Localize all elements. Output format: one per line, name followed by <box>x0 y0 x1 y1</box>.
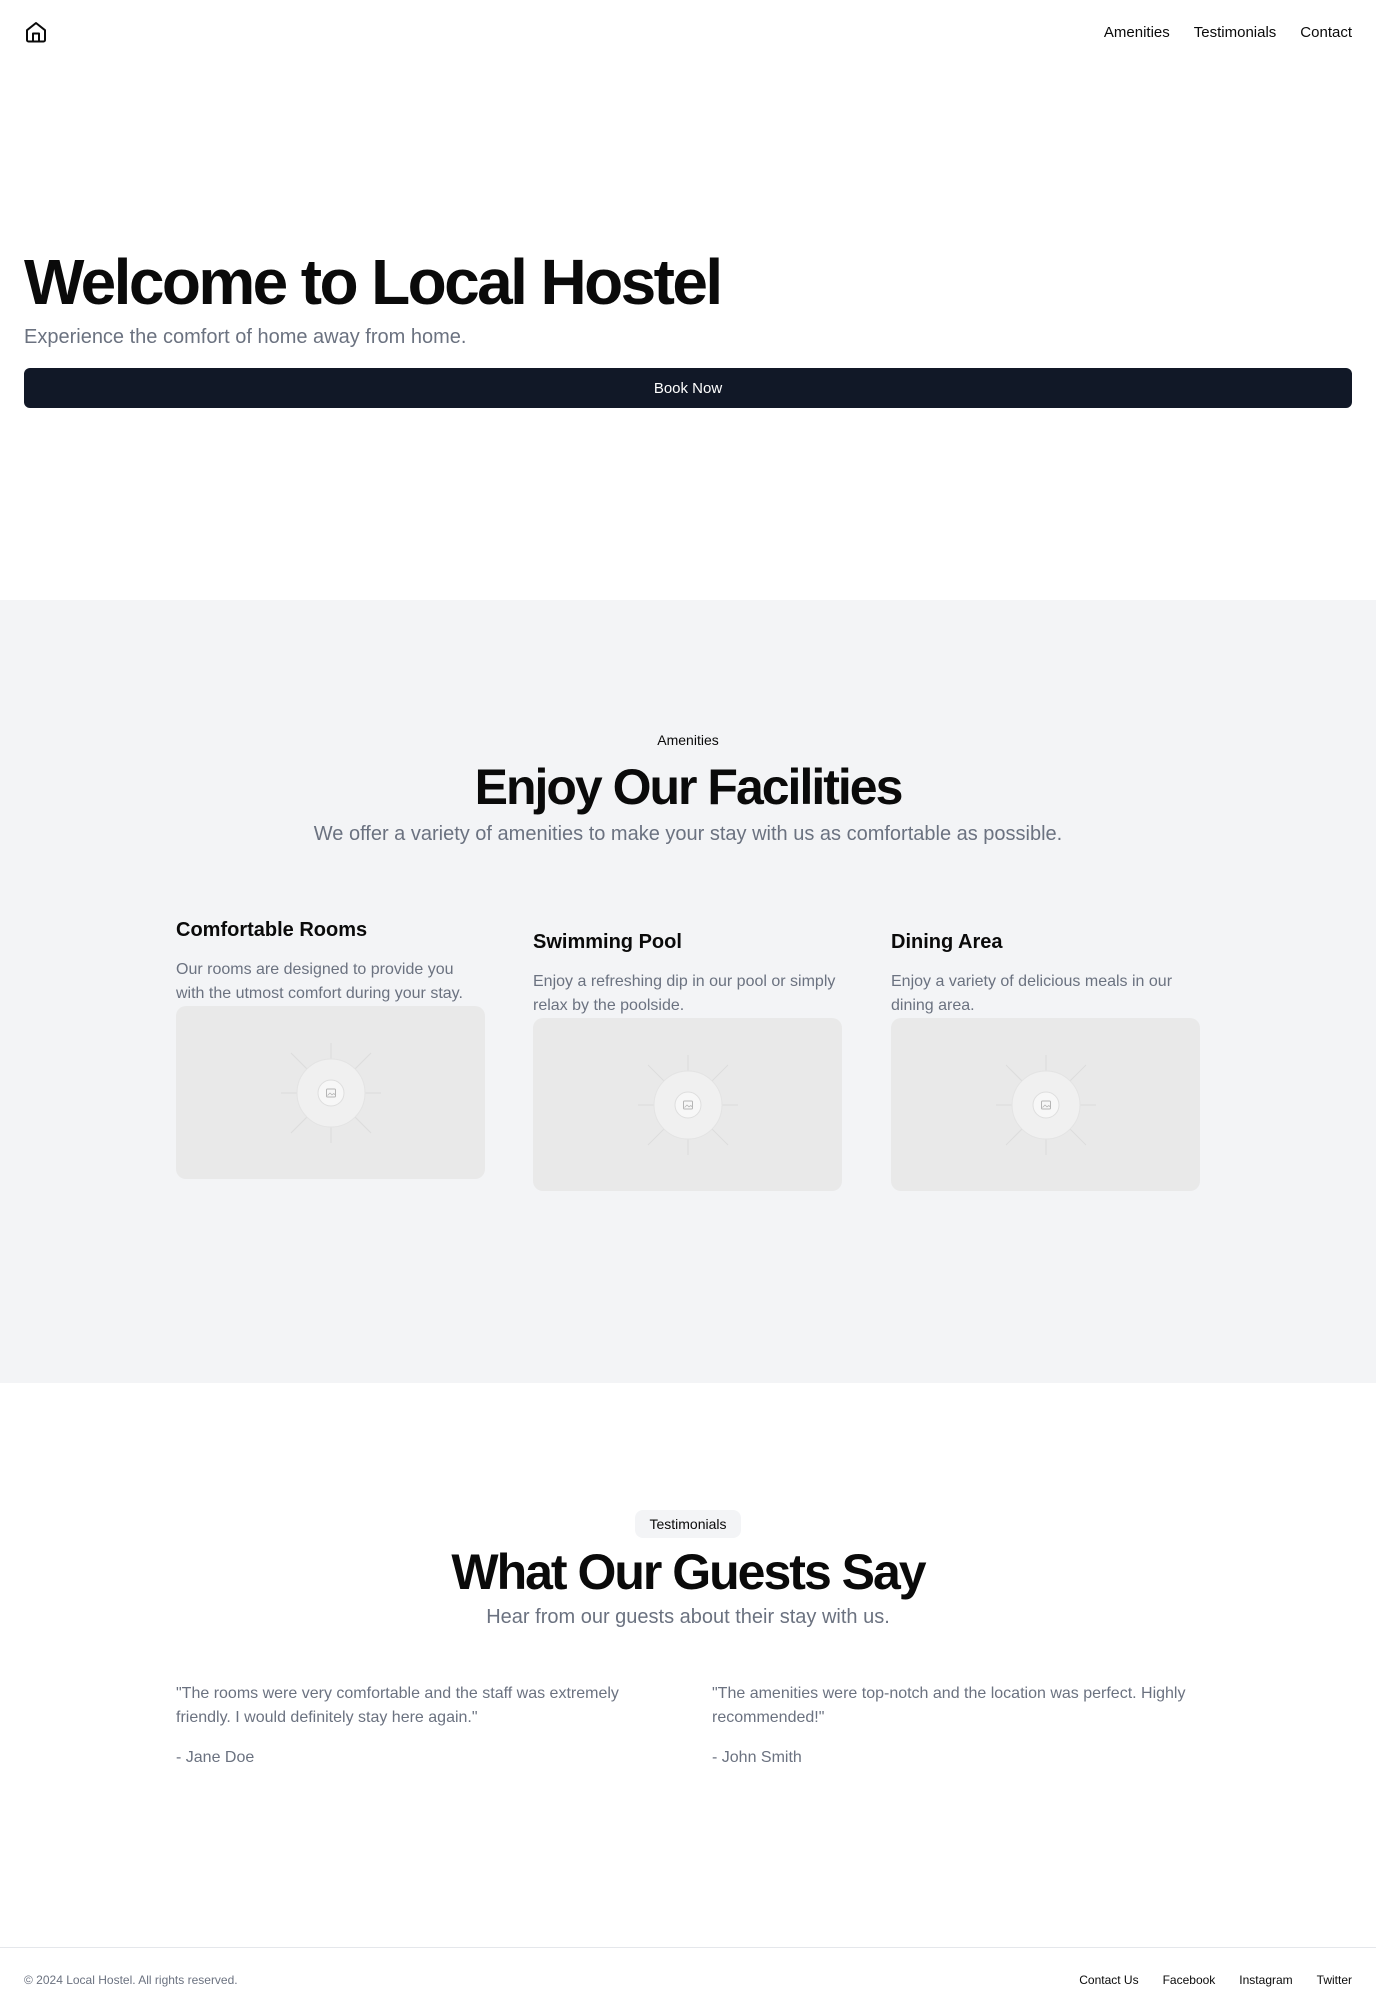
hero-subtitle: Experience the comfort of home away from… <box>24 326 467 348</box>
amenity-card-image <box>533 1018 842 1191</box>
home-icon[interactable] <box>24 20 48 44</box>
testimonial-card: "The rooms were very comfortable and the… <box>176 1682 676 1770</box>
footer-link-contact-us[interactable]: Contact Us <box>1079 1973 1138 1987</box>
main-nav: Amenities Testimonials Contact <box>1104 0 1352 64</box>
amenity-card-dining: Dining Area Enjoy a variety of delicious… <box>891 928 1200 1191</box>
amenity-card-description: Enjoy a refreshing dip in our pool or si… <box>533 973 836 1014</box>
hero-title: Welcome to Local Hostel <box>24 246 723 318</box>
testimonial-author: - John Smith <box>712 1749 802 1766</box>
footer-link-instagram[interactable]: Instagram <box>1239 1973 1292 1987</box>
nav-link-amenities[interactable]: Amenities <box>1104 24 1170 41</box>
testimonials-subtitle: Hear from our guests about their stay wi… <box>486 1606 890 1628</box>
testimonial-author: - Jane Doe <box>176 1749 255 1766</box>
copyright-text: © 2024 Local Hostel. All rights reserved… <box>24 1973 238 1987</box>
amenities-subtitle: We offer a variety of amenities to make … <box>313 823 1063 845</box>
footer-link-facebook[interactable]: Facebook <box>1163 1973 1216 1987</box>
amenity-card-description: Our rooms are designed to provide you wi… <box>176 961 463 1002</box>
testimonials-title: What Our Guests Say <box>451 1544 926 1600</box>
amenity-card-title: Dining Area <box>891 931 1003 953</box>
footer-link-twitter[interactable]: Twitter <box>1317 1973 1352 1987</box>
nav-link-testimonials[interactable]: Testimonials <box>1194 24 1277 41</box>
testimonial-quote: "The amenities were top-notch and the lo… <box>712 1685 1186 1726</box>
testimonials-section: Testimonials What Our Guests Say Hear fr… <box>0 1383 1376 1947</box>
testimonials-badge: Testimonials <box>635 1510 741 1538</box>
nav-link-contact[interactable]: Contact <box>1300 24 1352 41</box>
site-header: Amenities Testimonials Contact <box>0 0 1376 64</box>
amenity-card-image <box>176 1006 485 1179</box>
amenities-section: Amenities Enjoy Our Facilities We offer … <box>0 600 1376 1383</box>
amenity-card-rooms: Comfortable Rooms Our rooms are designed… <box>176 916 485 1179</box>
image-placeholder-icon <box>280 1042 381 1143</box>
amenity-card-image <box>891 1018 1200 1191</box>
amenity-card-pool: Swimming Pool Enjoy a refreshing dip in … <box>533 928 842 1191</box>
amenity-card-title: Swimming Pool <box>533 931 682 953</box>
testimonial-quote: "The rooms were very comfortable and the… <box>176 1685 619 1726</box>
image-placeholder-icon <box>995 1054 1096 1155</box>
amenity-card-title: Comfortable Rooms <box>176 919 368 941</box>
hero-section: Welcome to Local Hostel Experience the c… <box>0 64 1376 600</box>
image-placeholder-icon <box>637 1054 738 1155</box>
amenity-card-description: Enjoy a variety of delicious meals in ou… <box>891 973 1173 1014</box>
amenities-eyebrow: Amenities <box>657 732 719 748</box>
testimonial-card: "The amenities were top-notch and the lo… <box>712 1682 1202 1770</box>
amenities-title: Enjoy Our Facilities <box>474 759 904 815</box>
book-now-button[interactable]: Book Now <box>24 368 1352 408</box>
site-footer: © 2024 Local Hostel. All rights reserved… <box>0 1947 1376 2012</box>
footer-nav: Contact Us Facebook Instagram Twitter <box>1079 1948 1352 2012</box>
